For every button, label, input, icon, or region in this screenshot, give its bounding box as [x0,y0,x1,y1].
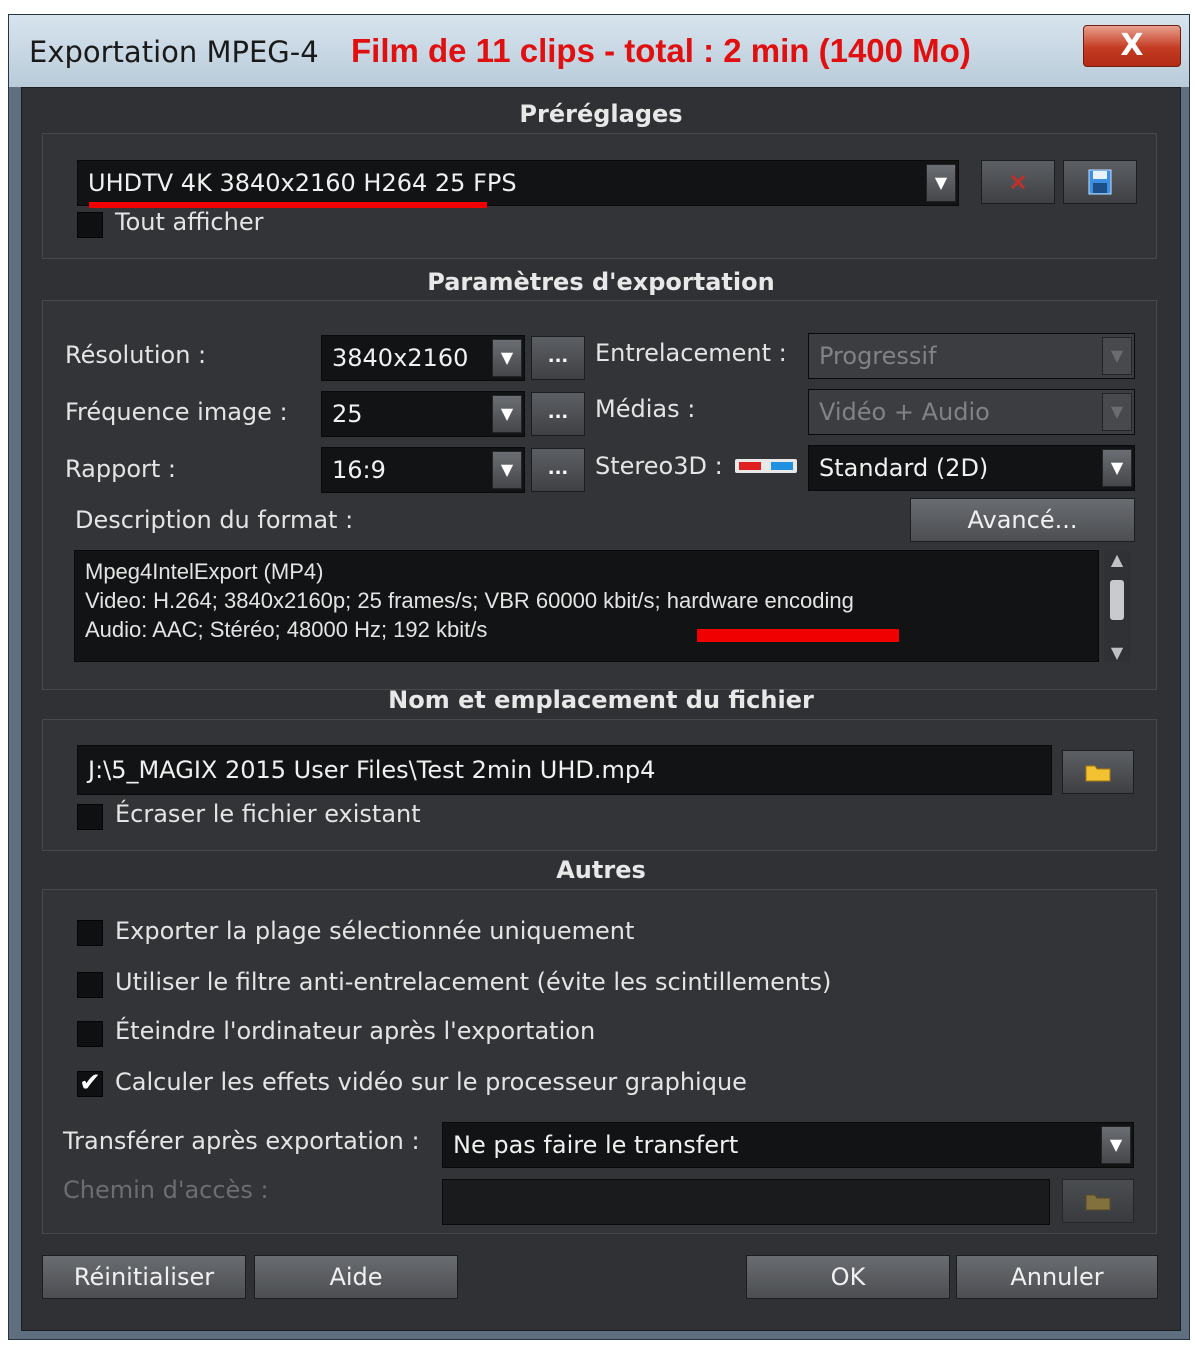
transfer-label: Transférer après exportation : [63,1127,420,1155]
option-label: Calculer les effets vidéo sur le process… [115,1068,747,1096]
option-label: Éteindre l'ordinateur après l'exportatio… [115,1017,596,1045]
chevron-down-icon[interactable]: ▼ [492,451,522,489]
browse-folder-button[interactable] [1062,750,1134,794]
transfer-dropdown[interactable]: Ne pas faire le transfert ▼ [442,1122,1134,1168]
interlace-label: Entrelacement : [595,339,787,367]
resolution-value: 3840x2160 [332,344,469,372]
folder-icon [1085,1194,1111,1211]
scroll-up-icon[interactable]: ▲ [1108,550,1126,569]
media-label: Médias : [595,395,696,423]
framerate-label: Fréquence image : [65,398,288,426]
delete-icon [1010,174,1026,190]
scroll-thumb[interactable] [1110,580,1124,620]
preset-value: UHDTV 4K 3840x2160 H264 25 FPS [88,169,517,197]
option-label: Utiliser le filtre anti-entrelacement (é… [115,968,832,996]
browse-path-button [1062,1179,1134,1223]
option-label: Exporter la plage sélectionnée uniquemen… [115,917,635,945]
desc-line: Mpeg4IntelExport (MP4) [85,559,324,584]
desc-line: Audio: AAC; Stéréo; 48000 Hz; 192 kbit/s [85,617,488,642]
floppy-disk-icon [1088,169,1112,195]
ok-button[interactable]: OK [746,1255,950,1299]
chevron-down-icon[interactable]: ▼ [926,164,956,202]
stereo-dropdown[interactable]: Standard (2D) ▼ [808,445,1135,491]
presets-group: UHDTV 4K 3840x2160 H264 25 FPS ▼ Tout af… [42,133,1157,259]
chevron-down-icon: ▼ [1102,337,1132,375]
export-dialog: Exportation MPEG-4 Film de 11 clips - to… [8,14,1190,1340]
chevron-down-icon: ▼ [1102,393,1132,431]
dialog-body: Préréglages UHDTV 4K 3840x2160 H264 25 F… [21,87,1181,1331]
delete-preset-button[interactable] [981,160,1055,204]
description-scrollbar[interactable]: ▲ ▼ [1104,550,1130,662]
scroll-down-icon[interactable]: ▼ [1108,643,1126,662]
export-params-section-title: Paramètres d'exportation [427,268,775,296]
window-title: Exportation MPEG-4 [29,35,319,69]
title-bar: Exportation MPEG-4 Film de 11 clips - to… [9,15,1189,87]
chevron-down-icon[interactable]: ▼ [492,339,522,377]
format-description-box[interactable]: Mpeg4IntelExport (MP4) Video: H.264; 384… [74,550,1099,662]
file-group: J:\5_MAGIX 2015 User Files\Test 2min UHD… [42,719,1157,851]
ratio-label: Rapport : [65,455,176,483]
save-preset-button[interactable] [1063,160,1137,204]
access-path-label: Chemin d'accès : [63,1176,269,1204]
reset-button[interactable]: Réinitialiser [42,1255,246,1299]
help-button[interactable]: Aide [254,1255,458,1299]
format-description-label: Description du format : [75,506,354,534]
others-group: Exporter la plage sélectionnée uniquemen… [42,889,1157,1234]
show-all-checkbox[interactable] [77,212,103,238]
advanced-button[interactable]: Avancé... [910,498,1135,542]
ratio-value: 16:9 [332,456,386,484]
chevron-down-icon[interactable]: ▼ [1101,1126,1131,1164]
transfer-value: Ne pas faire le transfert [453,1131,739,1159]
3d-glasses-icon [735,457,797,475]
stereo-value: Standard (2D) [819,454,989,482]
resolution-label: Résolution : [65,341,207,369]
folder-icon [1085,765,1111,782]
cancel-button[interactable]: Annuler [956,1255,1158,1299]
resolution-dropdown[interactable]: 3840x2160 ▼ [321,335,525,381]
access-path-field [442,1179,1050,1225]
framerate-value: 25 [332,400,363,428]
desc-line: Video: H.264; 3840x2160p; 25 frames/s; V… [85,588,854,613]
show-all-label: Tout afficher [115,208,264,236]
file-section-title: Nom et emplacement du fichier [388,686,814,714]
close-button[interactable]: X [1083,25,1181,67]
highlight-underline [697,629,899,642]
preset-dropdown[interactable]: UHDTV 4K 3840x2160 H264 25 FPS ▼ [77,160,959,206]
title-annotation: Film de 11 clips - total : 2 min (1400 M… [351,32,971,69]
chevron-down-icon[interactable]: ▼ [492,395,522,433]
chevron-down-icon[interactable]: ▼ [1102,449,1132,487]
framerate-dropdown[interactable]: 25 ▼ [321,391,525,437]
option-checkbox-deinterlace[interactable] [77,972,103,998]
stereo-label: Stereo3D : [595,452,723,480]
option-checkbox-export-range[interactable] [77,920,103,946]
overwrite-label: Écraser le fichier existant [115,800,421,828]
option-checkbox-gpu-effects[interactable]: ✔ [77,1068,103,1098]
others-section-title: Autres [556,856,646,884]
media-dropdown: Vidéo + Audio ▼ [808,389,1135,435]
media-value: Vidéo + Audio [819,398,990,426]
checkmark-icon: ✔ [79,1068,101,1098]
ratio-more-button[interactable]: ... [531,448,585,492]
close-icon: X [1120,28,1144,63]
interlace-dropdown: Progressif ▼ [808,333,1135,379]
file-path-field[interactable]: J:\5_MAGIX 2015 User Files\Test 2min UHD… [77,745,1052,795]
overwrite-checkbox[interactable] [77,804,103,830]
interlace-value: Progressif [819,342,937,370]
ratio-dropdown[interactable]: 16:9 ▼ [321,447,525,493]
resolution-more-button[interactable]: ... [531,336,585,380]
framerate-more-button[interactable]: ... [531,392,585,436]
option-checkbox-shutdown[interactable] [77,1021,103,1047]
presets-section-title: Préréglages [519,100,683,128]
